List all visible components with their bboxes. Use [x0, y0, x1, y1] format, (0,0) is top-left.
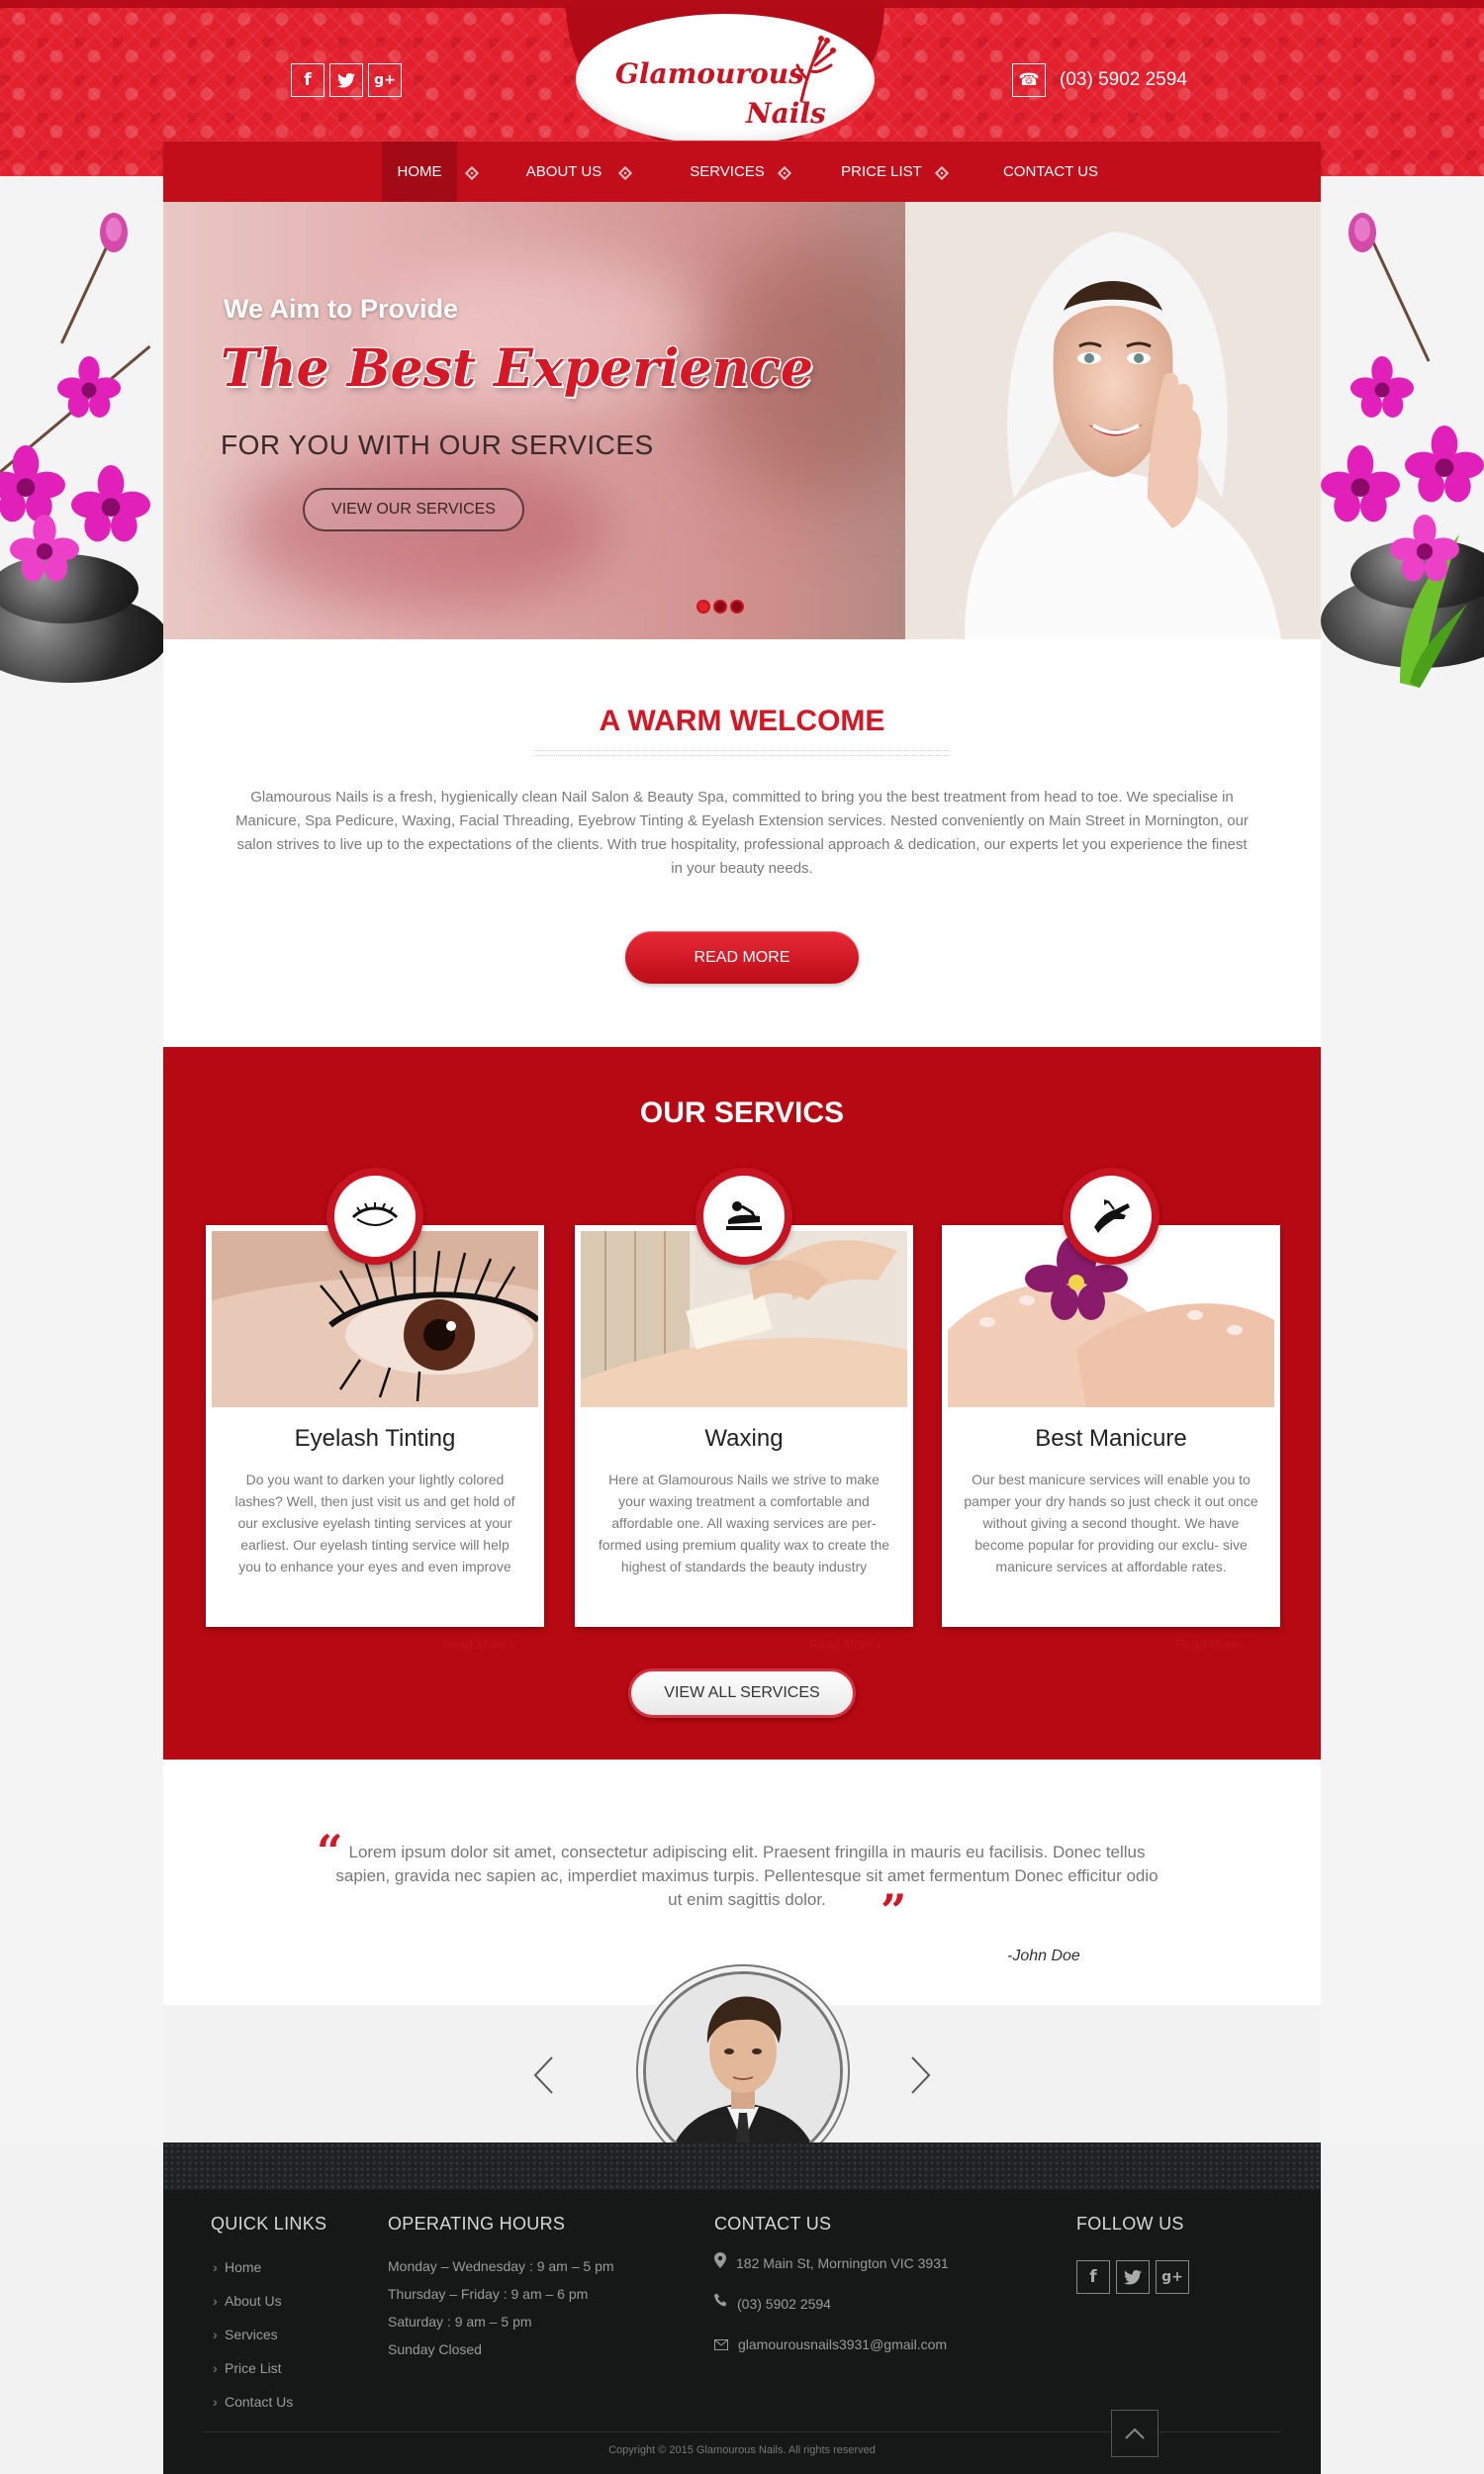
logo[interactable]: Glamourous Nails [576, 14, 875, 144]
footer-contact: CONTACT US 182 Main St, Mornington VIC 3… [714, 2214, 949, 2374]
welcome-text: Glamourous Nails is a fresh, hygienicall… [235, 789, 1249, 877]
footer-operating-hours: OPERATING HOURS Monday – Wednesday : 9 a… [388, 2214, 614, 2363]
view-all-services-button[interactable]: VIEW ALL SERVICES [628, 1668, 856, 1718]
slider-dot[interactable] [713, 600, 727, 614]
nav-separator [464, 165, 480, 181]
chevron-right-icon[interactable] [910, 2055, 932, 2095]
testimonial-quote: Lorem ipsum dolor sit amet, consectetur … [335, 1843, 1159, 1909]
title-underline [535, 750, 949, 756]
footer-heading: CONTACT US [714, 2214, 832, 2234]
welcome-section: A WARM WELCOME Glamourous Nails is a fre… [163, 639, 1321, 1047]
header-phone-number: (03) 5902 2594 [1060, 69, 1187, 90]
slider-dot[interactable] [730, 600, 744, 614]
footer-address: 182 Main St, Mornington VIC 3931 [714, 2252, 949, 2293]
footer-link-services[interactable]: Services [211, 2318, 326, 2351]
services-section: OUR SERVICS Eyelash Tinting Do you want … [163, 1047, 1321, 1760]
facebook-icon[interactable]: f [291, 63, 325, 97]
massage-icon [696, 1168, 792, 1265]
footer-link-price-list[interactable]: Price List [211, 2351, 326, 2385]
hero-woman-image [905, 202, 1321, 639]
chevron-left-icon[interactable] [532, 2055, 554, 2095]
twitter-icon[interactable] [1116, 2260, 1150, 2294]
eyelash-icon [326, 1168, 423, 1265]
footer-heading: FOLLOW US [1076, 2214, 1184, 2234]
read-more-link[interactable]: Read More › [809, 1637, 881, 1652]
footer-pattern-strip [163, 2142, 1321, 2190]
service-card-best-manicure[interactable]: Best Manicure Our best manicure services… [942, 1168, 1280, 1627]
footer-quick-links: QUICK LINKS Home About Us Services Price… [211, 2214, 326, 2419]
testimonial-author: -John Doe [1007, 1948, 1080, 1964]
nav-item-home[interactable]: HOME [382, 142, 457, 203]
google-plus-icon[interactable]: g+ [1156, 2260, 1189, 2294]
service-card-waxing[interactable]: Waxing Here at Glamourous Nails we striv… [575, 1168, 913, 1627]
hero-title: The Best Experience [221, 338, 813, 399]
footer-heading: OPERATING HOURS [388, 2214, 566, 2234]
logo-text-line1: Glamourous [615, 57, 804, 90]
right-orchid-decoration [1321, 198, 1484, 732]
welcome-title: A WARM WELCOME [599, 705, 885, 737]
hero-slider: We Aim to Provide The Best Experience FO… [163, 202, 1321, 639]
hero-subtitle: FOR YOU WITH OUR SERVICES [221, 429, 654, 460]
nav-item-services[interactable]: SERVICES [668, 142, 787, 203]
footer-email[interactable]: glamourousnails3931@gmail.com [714, 2333, 949, 2374]
read-more-link[interactable]: Read More › [1175, 1637, 1247, 1652]
service-card-eyelash-tinting[interactable]: Eyelash Tinting Do you want to darken yo… [206, 1168, 544, 1627]
footer: QUICK LINKS Home About Us Services Price… [163, 2142, 1321, 2474]
copyright-text: Copyright © 2015 Glamourous Nails. All r… [608, 2444, 876, 2456]
read-more-button[interactable]: READ MORE [625, 931, 859, 984]
nav-item-about-us[interactable]: ABOUT US [500, 142, 628, 203]
header-phone[interactable]: ☎ (03) 5902 2594 [1012, 63, 1187, 97]
quote-close-icon: ” [881, 1884, 907, 1938]
footer-phone[interactable]: (03) 5902 2594 [714, 2293, 949, 2333]
left-orchid-decoration [0, 198, 168, 732]
hours-line: Saturday : 9 am – 5 pm [388, 2314, 532, 2330]
chevron-up-icon [1125, 2427, 1145, 2439]
footer-follow-us: FOLLOW US f g+ [1076, 2214, 1189, 2294]
phone-icon: ☎ [1012, 63, 1046, 97]
footer-link-contact-us[interactable]: Contact Us [211, 2385, 326, 2419]
manicured-hand-icon [795, 36, 836, 103]
avatar [643, 1971, 843, 2171]
location-pin-icon [714, 2252, 726, 2268]
hero-tagline: We Aim to Provide [224, 294, 459, 324]
envelope-icon [714, 2339, 728, 2350]
footer-phone-text: (03) 5902 2594 [737, 2296, 831, 2312]
footer-email-text: glamourousnails3931@gmail.com [738, 2336, 948, 2352]
slider-pagination [696, 600, 744, 614]
hours-line: Monday – Wednesday : 9 am – 5 pm [388, 2258, 614, 2274]
footer-heading: QUICK LINKS [211, 2214, 327, 2234]
header-social-links: f g+ [291, 63, 402, 97]
slider-dot[interactable] [696, 600, 710, 614]
footer-address-text: 182 Main St, Mornington VIC 3931 [736, 2255, 949, 2271]
main-nav: HOME ABOUT US SERVICES PRICE LIST CONTAC… [163, 141, 1321, 203]
google-plus-icon[interactable]: g+ [368, 63, 402, 97]
service-card-text: Our best manicure services will enable y… [964, 1472, 1258, 1574]
read-more-link[interactable]: Read More › [442, 1637, 513, 1652]
service-card-text: Do you want to darken your lightly color… [234, 1472, 515, 1574]
twitter-icon[interactable] [329, 63, 363, 97]
footer-link-about-us[interactable]: About Us [211, 2284, 326, 2318]
services-title: OUR SERVICS [639, 1096, 845, 1129]
hours-line: Thursday – Friday : 9 am – 6 pm [388, 2286, 589, 2302]
facebook-icon[interactable]: f [1076, 2260, 1110, 2294]
phone-icon [714, 2293, 727, 2307]
service-card-title: Waxing [704, 1425, 784, 1452]
testimonial-section: “ Lorem ipsum dolor sit amet, consectetu… [163, 1760, 1321, 2005]
service-card-title: Best Manicure [1035, 1425, 1187, 1452]
nav-item-price-list[interactable]: PRICE LIST [816, 142, 947, 203]
footer-link-home[interactable]: Home [211, 2250, 326, 2284]
view-our-services-button[interactable]: VIEW OUR SERVICES [303, 488, 524, 531]
manicure-hand-icon [1063, 1168, 1159, 1265]
service-card-text: Here at Glamourous Nails we strive to ma… [598, 1472, 890, 1574]
nav-item-contact-us[interactable]: CONTACT US [981, 142, 1120, 203]
service-card-title: Eyelash Tinting [294, 1425, 456, 1452]
hours-line: Sunday Closed [388, 2341, 482, 2357]
